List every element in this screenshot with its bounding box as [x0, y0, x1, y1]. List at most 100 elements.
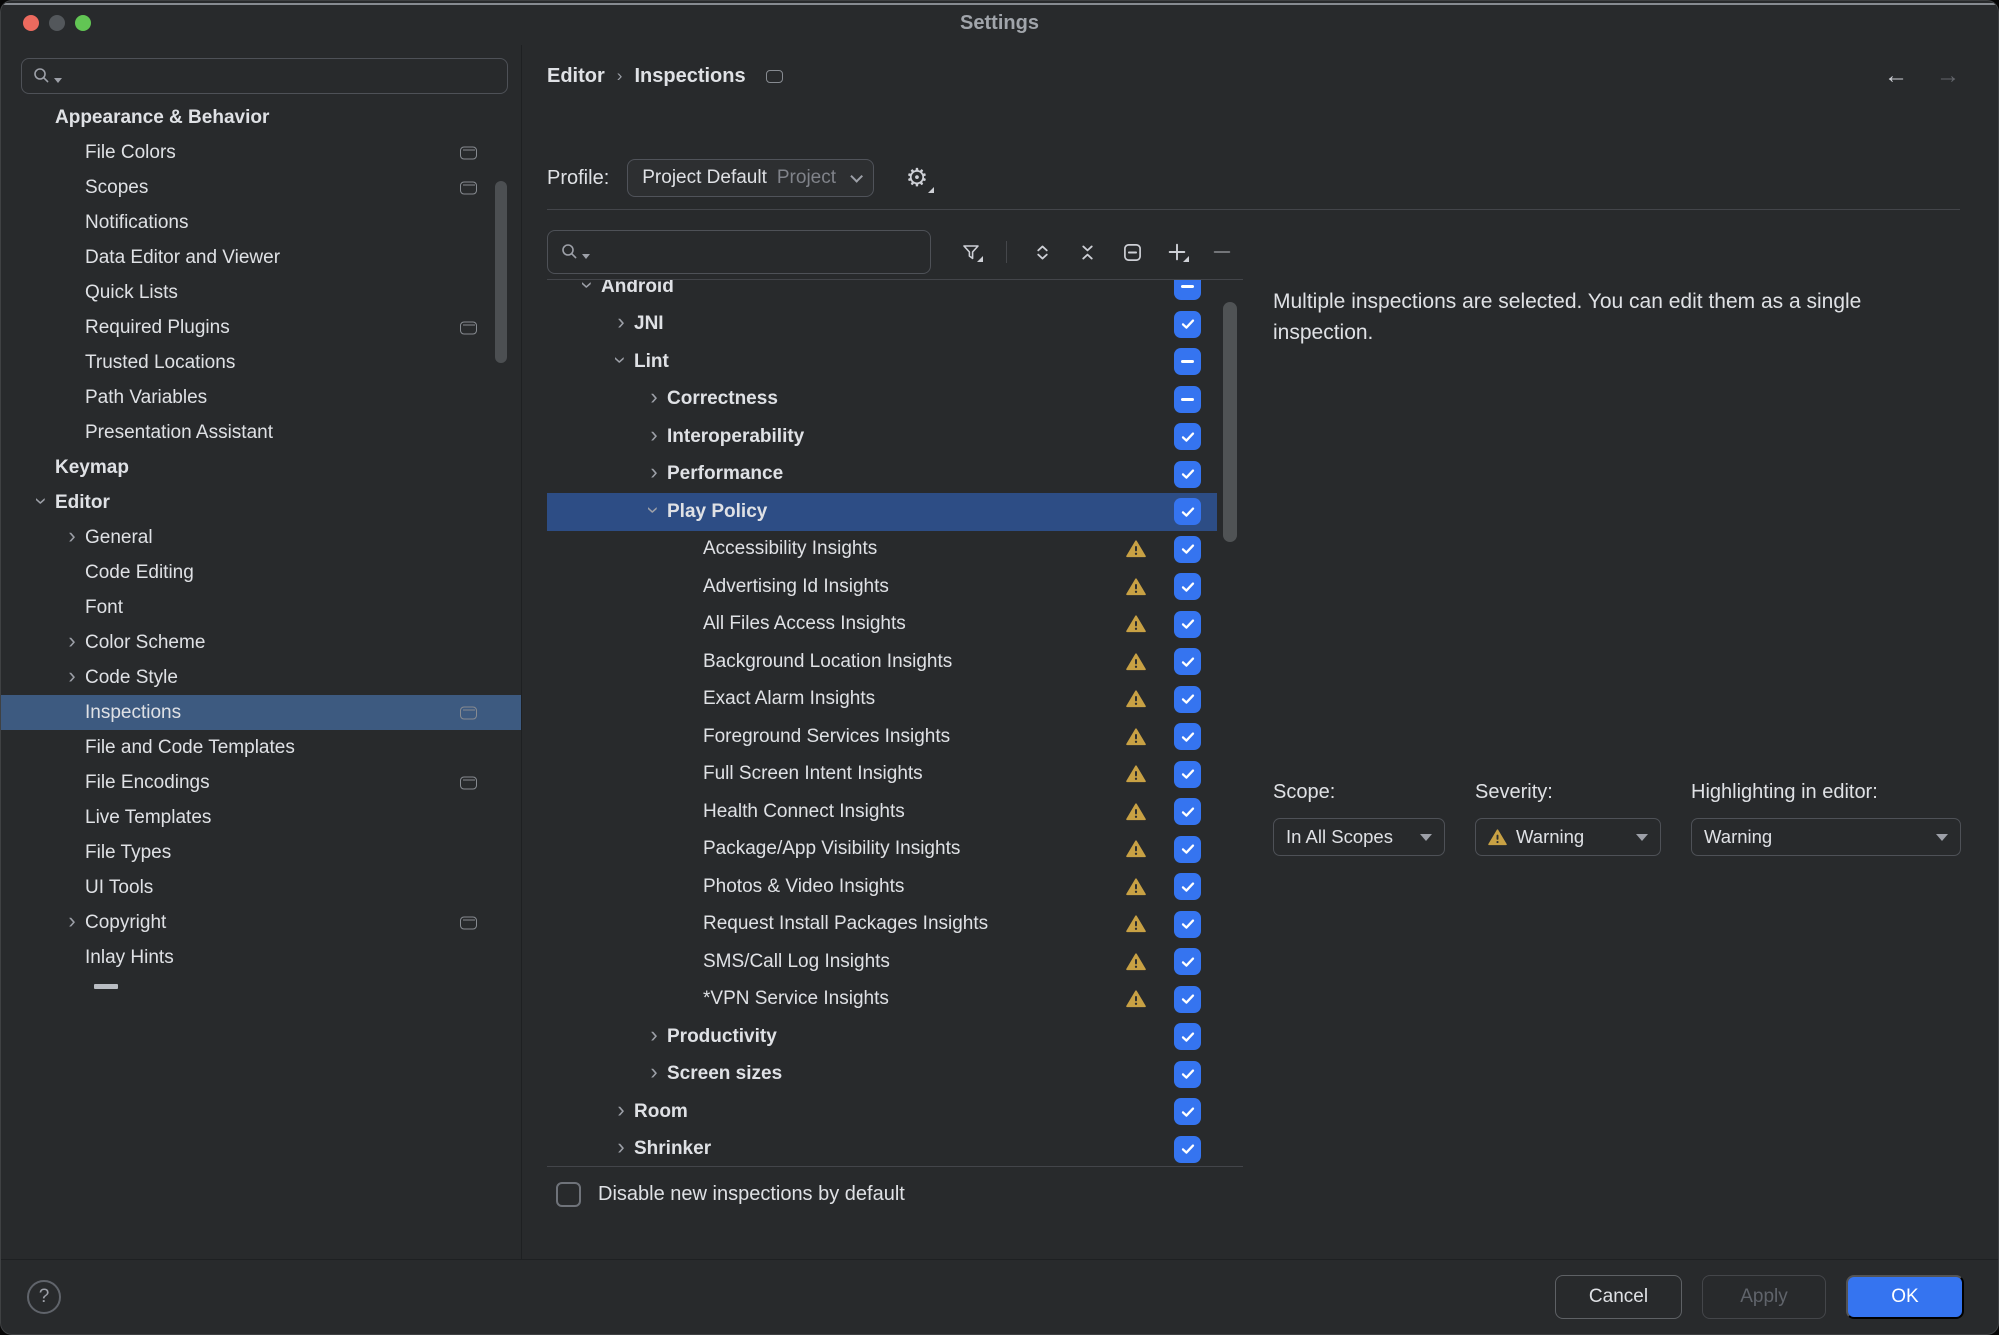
- chevron-icon[interactable]: [59, 422, 85, 444]
- breadcrumb-parent[interactable]: Editor: [547, 65, 605, 88]
- chevron-icon[interactable]: [59, 877, 85, 899]
- chevron-icon[interactable]: [677, 801, 703, 823]
- chevron-icon[interactable]: [59, 247, 85, 269]
- chevron-icon[interactable]: [608, 1138, 634, 1160]
- profile-gear-icon[interactable]: ⚙: [902, 163, 932, 193]
- chevron-icon[interactable]: [59, 842, 85, 864]
- inspection-checkbox[interactable]: [1174, 348, 1201, 375]
- sidebar-item-live-templates[interactable]: Live Templates: [1, 800, 521, 835]
- inspection-checkbox[interactable]: [1174, 611, 1201, 638]
- sidebar-item-file-encodings[interactable]: File Encodings: [1, 765, 521, 800]
- sidebar-item-code-style[interactable]: Code Style: [1, 660, 521, 695]
- chevron-icon[interactable]: [575, 279, 601, 298]
- tree-row-health-connect-insights[interactable]: Health Connect Insights: [547, 793, 1217, 831]
- chevron-icon[interactable]: [29, 492, 55, 514]
- chevron-icon[interactable]: [59, 177, 85, 199]
- inspection-checkbox[interactable]: [1174, 836, 1201, 863]
- sidebar-item-notifications[interactable]: Notifications: [1, 205, 521, 240]
- chevron-icon[interactable]: [59, 632, 85, 654]
- tree-row-correctness[interactable]: Correctness: [547, 381, 1217, 419]
- tree-row-shrinker[interactable]: Shrinker: [547, 1131, 1217, 1168]
- inspection-checkbox[interactable]: [1174, 311, 1201, 338]
- tree-row-accessibility-insights[interactable]: Accessibility Insights: [547, 531, 1217, 569]
- chevron-icon[interactable]: [641, 501, 667, 523]
- chevron-icon[interactable]: [59, 562, 85, 584]
- tree-row-performance[interactable]: Performance: [547, 456, 1217, 494]
- chevron-icon[interactable]: [59, 317, 85, 339]
- chevron-icon[interactable]: [677, 876, 703, 898]
- chevron-icon[interactable]: [608, 351, 634, 373]
- sidebar-item-color-scheme[interactable]: Color Scheme: [1, 625, 521, 660]
- tree-row-vpn-service-insights[interactable]: *VPN Service Insights: [547, 981, 1217, 1019]
- chevron-icon[interactable]: [677, 688, 703, 710]
- inspection-checkbox[interactable]: [1174, 386, 1201, 413]
- tree-row-photos-video-insights[interactable]: Photos & Video Insights: [547, 868, 1217, 906]
- disable-new-inspections-checkbox[interactable]: [556, 1182, 581, 1207]
- chevron-icon[interactable]: [59, 212, 85, 234]
- inspection-checkbox[interactable]: [1174, 761, 1201, 788]
- inspection-checkbox[interactable]: [1174, 1023, 1201, 1050]
- sidebar-item-presentation-assistant[interactable]: Presentation Assistant: [1, 415, 521, 450]
- tree-row-full-screen-intent-insights[interactable]: Full Screen Intent Insights: [547, 756, 1217, 794]
- chevron-icon[interactable]: [677, 913, 703, 935]
- tree-row-sms-call-log-insights[interactable]: SMS/Call Log Insights: [547, 943, 1217, 981]
- chevron-icon[interactable]: [677, 613, 703, 635]
- chevron-icon[interactable]: [677, 838, 703, 860]
- scope-select[interactable]: In All Scopes: [1273, 818, 1445, 856]
- sidebar-item-general[interactable]: General: [1, 520, 521, 555]
- chevron-icon[interactable]: [29, 107, 55, 129]
- inspection-checkbox[interactable]: [1174, 1098, 1201, 1125]
- sidebar-item-path-variables[interactable]: Path Variables: [1, 380, 521, 415]
- sidebar-item-trusted-locations[interactable]: Trusted Locations: [1, 345, 521, 380]
- chevron-icon[interactable]: [641, 426, 667, 448]
- sidebar-item-file-and-code-templates[interactable]: File and Code Templates: [1, 730, 521, 765]
- highlighting-select[interactable]: Warning: [1691, 818, 1961, 856]
- chevron-icon[interactable]: [677, 726, 703, 748]
- inspection-checkbox[interactable]: [1174, 686, 1201, 713]
- tree-row-room[interactable]: Room: [547, 1093, 1217, 1131]
- chevron-icon[interactable]: [29, 457, 55, 479]
- tree-row-package-app-visibility-insights[interactable]: Package/App Visibility Insights: [547, 831, 1217, 869]
- chevron-icon[interactable]: [641, 1026, 667, 1048]
- inspection-checkbox[interactable]: [1174, 279, 1201, 300]
- inspection-checkbox[interactable]: [1174, 573, 1201, 600]
- tree-row-foreground-services-insights[interactable]: Foreground Services Insights: [547, 718, 1217, 756]
- inspection-checkbox[interactable]: [1174, 1136, 1201, 1163]
- inspection-checkbox[interactable]: [1174, 798, 1201, 825]
- inspection-checkbox[interactable]: [1174, 873, 1201, 900]
- help-icon[interactable]: ?: [27, 1280, 61, 1314]
- chevron-icon[interactable]: [677, 576, 703, 598]
- chevron-icon[interactable]: [677, 538, 703, 560]
- chevron-icon[interactable]: [59, 352, 85, 374]
- tree-row-screen-sizes[interactable]: Screen sizes: [547, 1056, 1217, 1094]
- inspection-checkbox[interactable]: [1174, 1061, 1201, 1088]
- sidebar-item-code-editing[interactable]: Code Editing: [1, 555, 521, 590]
- sidebar-item-appearance-behavior[interactable]: Appearance & Behavior: [1, 100, 521, 135]
- chevron-icon[interactable]: [59, 142, 85, 164]
- inspection-checkbox[interactable]: [1174, 948, 1201, 975]
- back-arrow-icon[interactable]: ←: [1884, 64, 1908, 88]
- inspections-search-input[interactable]: [547, 230, 931, 274]
- tree-row-exact-alarm-insights[interactable]: Exact Alarm Insights: [547, 681, 1217, 719]
- severity-select[interactable]: Warning: [1475, 818, 1661, 856]
- sidebar-search-input[interactable]: [21, 58, 508, 94]
- inspection-checkbox[interactable]: [1174, 648, 1201, 675]
- tree-row-android[interactable]: Android: [547, 279, 1217, 306]
- cancel-button[interactable]: Cancel: [1555, 1275, 1682, 1319]
- collapse-all-icon[interactable]: [1077, 242, 1097, 262]
- inspection-checkbox[interactable]: [1174, 986, 1201, 1013]
- sidebar-item-keymap[interactable]: Keymap: [1, 450, 521, 485]
- chevron-icon[interactable]: [677, 763, 703, 785]
- tree-row-lint[interactable]: Lint: [547, 343, 1217, 381]
- inspection-checkbox[interactable]: [1174, 723, 1201, 750]
- chevron-icon[interactable]: [59, 772, 85, 794]
- sidebar-item-required-plugins[interactable]: Required Plugins: [1, 310, 521, 345]
- tree-row-request-install-packages-insights[interactable]: Request Install Packages Insights: [547, 906, 1217, 944]
- ok-button[interactable]: OK: [1846, 1275, 1964, 1319]
- chevron-icon[interactable]: [608, 1101, 634, 1123]
- chevron-icon[interactable]: [608, 313, 634, 335]
- sidebar-item-file-colors[interactable]: File Colors: [1, 135, 521, 170]
- sidebar-item-inspections[interactable]: Inspections: [1, 695, 521, 730]
- chevron-icon[interactable]: [59, 667, 85, 689]
- chevron-icon[interactable]: [677, 988, 703, 1010]
